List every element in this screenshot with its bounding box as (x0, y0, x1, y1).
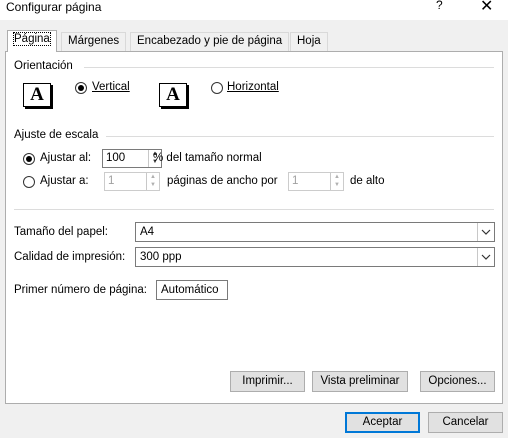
tab-label: Página (13, 32, 51, 46)
adjust-to-suffix: % del tamaño normal (153, 152, 262, 164)
vertical-label-text: Vertical (92, 81, 130, 93)
horizontal-radio[interactable] (211, 82, 223, 94)
fit-tall-value[interactable]: 1 (292, 175, 298, 187)
first-page-number-label: Primer número de página: (14, 284, 147, 296)
cancel-button[interactable]: Cancelar (428, 412, 503, 433)
scaling-group-title: Ajuste de escala (14, 129, 99, 141)
tab-label: Márgenes (68, 35, 120, 47)
section-separator (14, 209, 494, 210)
help-button[interactable]: ? (436, 0, 443, 12)
tab-pagina[interactable]: Página (7, 30, 57, 52)
fit-to-radio[interactable] (23, 176, 35, 188)
fit-tall-suffix: de alto (350, 175, 385, 187)
paper-size-dropdown[interactable]: A4 (135, 222, 495, 242)
vertical-radio[interactable] (75, 82, 87, 94)
fit-tall-spinner[interactable]: 1 ▲ ▼ (288, 172, 344, 191)
adjust-to-radio[interactable] (23, 153, 35, 165)
first-page-number-input[interactable]: Automático (156, 280, 228, 300)
print-button[interactable]: Imprimir... (230, 371, 305, 392)
tab-hoja[interactable]: Hoja (290, 32, 328, 51)
vertical-radio-label[interactable]: Vertical (92, 81, 130, 93)
print-quality-dropdown[interactable]: 300 ppp (135, 247, 495, 267)
tab-label: Hoja (297, 35, 321, 47)
paper-size-label: Tamaño del papel: (14, 226, 108, 238)
fit-wide-spinner[interactable]: 1 ▲ ▼ (104, 172, 160, 191)
fit-to-label[interactable]: Ajustar a: (40, 175, 89, 187)
tab-encabezado-pie[interactable]: Encabezado y pie de página (130, 32, 290, 51)
close-button[interactable]: ✕ (480, 0, 493, 16)
adjust-to-label[interactable]: Ajustar al: (40, 152, 91, 164)
print-quality-label: Calidad de impresión: (14, 251, 126, 263)
window-title: Configurar página (6, 0, 102, 14)
fit-wide-value[interactable]: 1 (108, 175, 114, 187)
landscape-page-icon: A (159, 83, 187, 107)
print-preview-button[interactable]: Vista preliminar (312, 371, 408, 392)
tab-margenes[interactable]: Márgenes (61, 32, 127, 51)
spinner-arrows[interactable]: ▲ ▼ (146, 173, 159, 190)
portrait-page-icon: A (23, 83, 51, 107)
orientation-group-title: Orientación (14, 60, 73, 72)
chevron-down-icon[interactable] (477, 223, 494, 241)
horizontal-radio-label[interactable]: Horizontal (227, 81, 279, 93)
tab-page-pagina: Orientación A Vertical A Horizontal Ajus… (5, 51, 503, 404)
scaling-separator (106, 136, 494, 137)
options-button[interactable]: Opciones... (420, 371, 495, 392)
paper-size-value: A4 (140, 226, 155, 238)
orientation-separator (84, 67, 494, 68)
chevron-down-icon[interactable] (477, 248, 494, 266)
spin-down-icon[interactable]: ▼ (331, 181, 343, 189)
spin-up-icon[interactable]: ▲ (331, 173, 343, 181)
ok-button[interactable]: Aceptar (345, 412, 420, 433)
spin-up-icon[interactable]: ▲ (147, 173, 159, 181)
spin-down-icon[interactable]: ▼ (147, 181, 159, 189)
fit-wide-suffix: páginas de ancho por (167, 175, 278, 187)
print-quality-value: 300 ppp (140, 251, 182, 263)
adjust-to-value[interactable]: 100 (106, 152, 125, 164)
spinner-arrows[interactable]: ▲ ▼ (330, 173, 343, 190)
tab-label: Encabezado y pie de página (137, 35, 283, 47)
horizontal-label-text: Horizontal (227, 81, 279, 93)
